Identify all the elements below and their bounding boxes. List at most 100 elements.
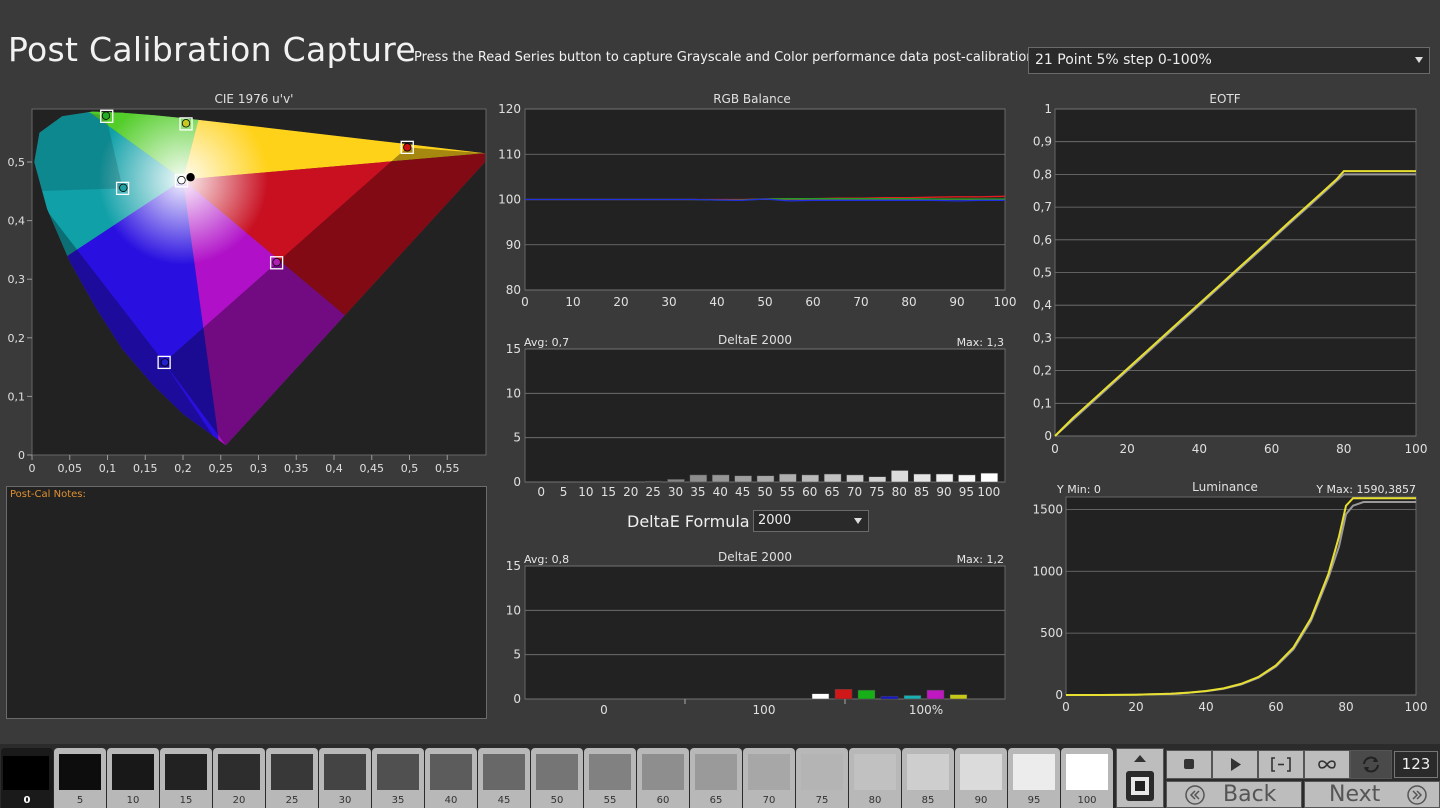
patch-swatch-10[interactable]: 10 bbox=[107, 748, 159, 808]
deltae2-ytick: 5 bbox=[513, 648, 521, 662]
deltae1-bar bbox=[801, 474, 820, 483]
patch-swatch-5[interactable]: 5 bbox=[54, 748, 106, 808]
continuous-read-button[interactable] bbox=[1304, 750, 1350, 779]
patch-label: 0 bbox=[23, 795, 31, 806]
eotf-ytick: 0,8 bbox=[1033, 167, 1052, 181]
patch-swatch-50[interactable]: 50 bbox=[531, 748, 583, 808]
rgb-xtick: 0 bbox=[521, 295, 529, 309]
up-arrow-icon bbox=[1134, 755, 1146, 762]
luminance-xtick: 0 bbox=[1062, 700, 1070, 714]
cie-ytick: 0 bbox=[18, 449, 25, 462]
deltae2-ytick: 10 bbox=[506, 603, 521, 617]
patch-swatch-35[interactable]: 35 bbox=[372, 748, 424, 808]
patch-color bbox=[801, 754, 843, 790]
patch-swatch-20[interactable]: 20 bbox=[213, 748, 265, 808]
deltae1-xtick: 35 bbox=[690, 485, 705, 499]
patch-swatch-75[interactable]: 75 bbox=[796, 748, 848, 808]
patch-label: 70 bbox=[762, 795, 776, 806]
patch-swatch-85[interactable]: 85 bbox=[902, 748, 954, 808]
deltae1-plot-area bbox=[524, 348, 1006, 483]
play-button[interactable] bbox=[1212, 750, 1258, 779]
series-select[interactable]: 21 Point 5% step 0-100% bbox=[1028, 47, 1430, 74]
deltae1-ytick: 5 bbox=[513, 431, 521, 445]
patch-swatch-65[interactable]: 65 bbox=[690, 748, 742, 808]
patch-label: 55 bbox=[603, 795, 617, 806]
deltae1-xtick: 40 bbox=[713, 485, 728, 499]
deltae1-xtick: 80 bbox=[892, 485, 907, 499]
luminance-xtick: 20 bbox=[1128, 700, 1143, 714]
deltae1-bar bbox=[667, 479, 685, 483]
cie-point-blue bbox=[160, 358, 170, 367]
patch-label: 5 bbox=[76, 795, 84, 806]
deltae-formula-select[interactable]: 2000 bbox=[753, 510, 869, 532]
patch-swatch-70[interactable]: 70 bbox=[743, 748, 795, 808]
deltae1-xtick: 30 bbox=[668, 485, 683, 499]
patch-color bbox=[642, 754, 684, 790]
eotf-ytick: 0,1 bbox=[1033, 396, 1052, 410]
cie-xtick: 0,15 bbox=[133, 462, 158, 475]
patch-color bbox=[960, 754, 1002, 790]
patch-swatch-100[interactable]: 100 bbox=[1061, 748, 1113, 808]
patch-swatch-95[interactable]: 95 bbox=[1008, 748, 1060, 808]
stop-button[interactable] bbox=[1166, 750, 1212, 779]
cie-title: CIE 1976 u'v' bbox=[215, 92, 294, 106]
deltae1-xtick: 90 bbox=[936, 485, 951, 499]
patch-color bbox=[165, 754, 207, 790]
read-series-control[interactable] bbox=[1116, 748, 1164, 808]
patch-swatch-55[interactable]: 55 bbox=[584, 748, 636, 808]
deltae1-avg: Avg: 0,7 bbox=[524, 336, 569, 349]
cie-ytick: 0,1 bbox=[8, 390, 26, 403]
patch-color bbox=[536, 754, 578, 790]
back-button[interactable]: Back bbox=[1166, 781, 1302, 808]
patch-color bbox=[589, 754, 631, 790]
refresh-button[interactable] bbox=[1350, 750, 1392, 779]
notes-label: Post-Cal Notes: bbox=[10, 489, 86, 500]
patch-swatch-15[interactable]: 15 bbox=[160, 748, 212, 808]
eotf-xtick: 80 bbox=[1336, 442, 1351, 456]
deltae1-bar bbox=[891, 470, 909, 483]
deltae2-bar bbox=[811, 693, 830, 700]
cie-xtick: 0,45 bbox=[360, 462, 385, 475]
patch-color bbox=[3, 756, 49, 790]
rgb-balance-chart: RGB Balance 80 90 100 110 120 0 10 20 30 40 50 60 70… bbox=[498, 92, 1016, 309]
deltae2-max: Max: 1,2 bbox=[957, 553, 1004, 566]
patch-swatch-0[interactable]: 0 bbox=[1, 748, 53, 808]
deltae1-xtick: 75 bbox=[869, 485, 884, 499]
patch-label: 95 bbox=[1027, 795, 1041, 806]
cie-xtick: 0,35 bbox=[284, 462, 309, 475]
cie-point-white bbox=[177, 175, 186, 185]
patch-swatch-60[interactable]: 60 bbox=[637, 748, 689, 808]
deltae1-ytick: 10 bbox=[506, 386, 521, 400]
rgb-ytick: 80 bbox=[506, 283, 521, 297]
cie-ytick: 0,5 bbox=[8, 156, 26, 169]
deltae1-xtick: 20 bbox=[623, 485, 638, 499]
patch-swatch-80[interactable]: 80 bbox=[849, 748, 901, 808]
rgb-ytick: 100 bbox=[498, 193, 521, 207]
deltae1-ytick: 15 bbox=[506, 342, 521, 356]
deltae1-xtick: 95 bbox=[959, 485, 974, 499]
rgb-xtick: 20 bbox=[613, 295, 628, 309]
rgb-xtick: 90 bbox=[949, 295, 964, 309]
cie-point-red bbox=[403, 143, 412, 152]
rgb-ytick: 90 bbox=[506, 238, 521, 252]
patch-swatch-45[interactable]: 45 bbox=[478, 748, 530, 808]
patch-swatch-90[interactable]: 90 bbox=[955, 748, 1007, 808]
patch-color bbox=[271, 754, 313, 790]
deltae2-title: DeltaE 2000 bbox=[718, 550, 792, 564]
read-range-button[interactable] bbox=[1258, 750, 1304, 779]
deltae2-bar bbox=[857, 689, 876, 700]
patch-color bbox=[483, 754, 525, 790]
deltae1-ytick: 0 bbox=[513, 475, 521, 489]
rgb-xtick: 10 bbox=[565, 295, 580, 309]
deltae2-ytick: 0 bbox=[513, 692, 521, 706]
deltae2-bar bbox=[903, 695, 922, 700]
deltae1-bar bbox=[779, 473, 797, 483]
patch-swatch-40[interactable]: 40 bbox=[425, 748, 477, 808]
patch-swatch-30[interactable]: 30 bbox=[319, 748, 371, 808]
next-button[interactable]: Next bbox=[1304, 781, 1440, 808]
cie-xtick: 0,4 bbox=[325, 462, 343, 475]
deltae2-group-label: 100% bbox=[909, 703, 943, 717]
deltae1-bar bbox=[935, 473, 954, 483]
patch-swatch-25[interactable]: 25 bbox=[266, 748, 318, 808]
notes-textarea[interactable] bbox=[6, 486, 487, 719]
